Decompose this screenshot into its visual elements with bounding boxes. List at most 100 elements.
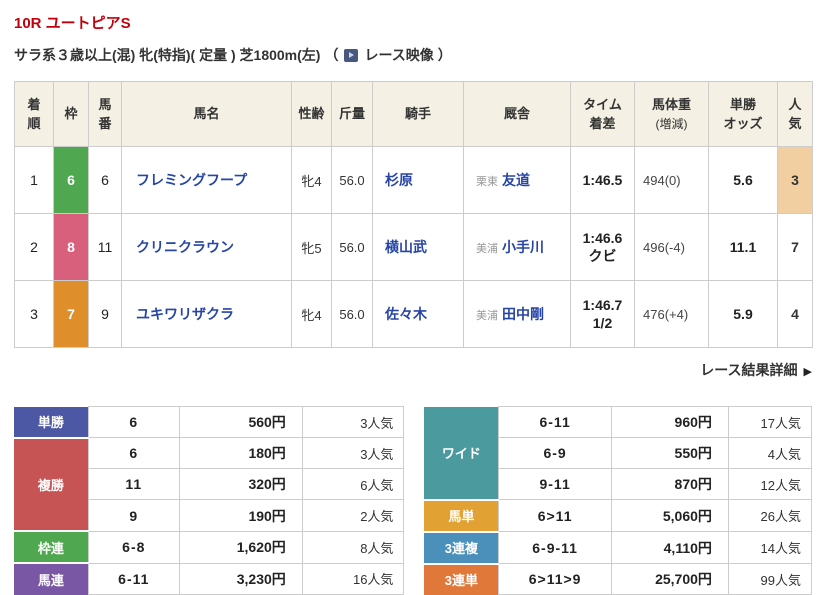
horse-name-cell: ユキワリザクラ (121, 280, 292, 348)
payout-combination: 6-11 (87, 562, 180, 595)
stable-region: 美浦 (476, 243, 498, 255)
payout-popularity: 99人気 (727, 563, 813, 595)
horse-weight: 496(-4) (634, 213, 709, 281)
trainer-link[interactable]: 田中剛 (502, 306, 544, 322)
horse-name-link[interactable]: フレミングフープ (136, 172, 247, 188)
sex-age: 牝5 (291, 213, 332, 281)
win-odds: 5.9 (708, 280, 778, 348)
payout-popularity: 2人気 (301, 499, 405, 532)
payout-row-umaren: 馬連 6-11 3,230円 16人気 (14, 562, 405, 595)
payout-popularity: 14人気 (727, 531, 813, 564)
payout-popularity: 16人気 (301, 562, 405, 595)
horse-name-cell: フレミングフープ (121, 146, 292, 214)
result-row-2: 2 8 11 クリニクラウン 牝5 56.0 横山武 美浦 小手川 1:46.6 … (14, 213, 813, 281)
payout-type-wide: ワイド (424, 406, 499, 500)
popularity: 3 (777, 146, 813, 214)
sex-age: 牝4 (291, 280, 332, 348)
payout-popularity: 6人気 (301, 468, 405, 501)
horse-name-link[interactable]: クリニクラウン (136, 239, 234, 255)
col-header-bodyweight: 馬体重 (増減) (634, 81, 709, 147)
stable-cell: 栗東 友道 (463, 146, 571, 214)
jockey-cell: 杉原 (372, 146, 464, 214)
horse-name-cell: クリニクラウン (121, 213, 292, 281)
payout-type-umatan: 馬単 (424, 498, 499, 532)
horse-name-link[interactable]: ユキワリザクラ (136, 306, 234, 322)
race-video-link[interactable]: レース映像 (364, 45, 433, 65)
payout-row-umatan: 馬単 6>11 5,060円 26人気 (424, 498, 813, 532)
col-header-stable: 厩舎 (463, 81, 571, 147)
payout-type-sanrenpuku: 3連複 (424, 530, 499, 564)
trainer-link[interactable]: 小手川 (502, 239, 544, 255)
carried-weight: 56.0 (331, 213, 373, 281)
payout-amount: 25,700円 (610, 563, 729, 595)
payout-amount: 5,060円 (610, 499, 729, 532)
payout-row-fukusho-1: 複勝 6 180円 3人気 (14, 436, 405, 532)
finish-rank: 2 (14, 213, 54, 281)
payout-combination: 6 (87, 405, 180, 439)
col-header-pop: 人 気 (777, 81, 813, 147)
payout-type-wakuren: 枠連 (14, 530, 89, 564)
time-margin: 1:46.7 1/2 (570, 280, 635, 348)
payout-type-sanrentan: 3連単 (424, 562, 499, 595)
payout-combination: 6>11>9 (498, 563, 612, 595)
payout-amount: 180円 (178, 437, 303, 470)
race-result-page: 10R ユートピアS サラ系３歳以上(混) 牝(特指)( 定量 ) 芝1800m… (0, 0, 826, 595)
jockey-cell: 横山武 (372, 213, 464, 281)
race-conditions: サラ系３歳以上(混) 牝(特指)( 定量 ) 芝1800m(左) （ レース映像… (14, 45, 812, 65)
payout-amount: 4,110円 (610, 531, 729, 564)
horse-weight: 494(0) (634, 146, 709, 214)
video-icon[interactable] (344, 48, 359, 62)
payout-amount: 1,620円 (178, 530, 303, 564)
payout-type-fukusho: 複勝 (14, 436, 89, 532)
col-header-sexage: 性齢 (291, 81, 332, 147)
stable-region: 美浦 (476, 310, 498, 322)
carried-weight: 56.0 (331, 280, 373, 348)
col-header-num: 馬 番 (88, 81, 122, 147)
col-header-name: 馬名 (121, 81, 292, 147)
payout-row-sanrentan: 3連単 6>11>9 25,700円 99人気 (424, 562, 813, 595)
stable-region: 栗東 (476, 176, 498, 188)
payout-popularity: 8人気 (301, 530, 405, 564)
payout-popularity: 4人気 (727, 437, 813, 469)
trainer-link[interactable]: 友道 (502, 172, 530, 188)
result-row-1: 1 6 6 フレミングフープ 牝4 56.0 杉原 栗東 友道 1:46.5 49… (14, 146, 813, 214)
col-header-waku: 枠 (53, 81, 89, 147)
waku-number: 8 (53, 213, 89, 281)
payout-row-sanrenpuku: 3連複 6-9-11 4,110円 14人気 (424, 530, 813, 564)
payout-popularity: 17人気 (727, 406, 813, 438)
payout-combination: 9-11 (498, 468, 612, 500)
payout-combination: 6-8 (87, 530, 180, 564)
payout-combination: 6 (87, 437, 180, 470)
payout-combination: 6-11 (498, 406, 612, 438)
result-row-3: 3 7 9 ユキワリザクラ 牝4 56.0 佐々木 美浦 田中剛 1:46.7 1… (14, 280, 813, 348)
payout-combination: 9 (87, 499, 180, 532)
win-odds: 11.1 (708, 213, 778, 281)
stable-cell: 美浦 田中剛 (463, 280, 571, 348)
sex-age: 牝4 (291, 146, 332, 214)
payout-combination: 6-9-11 (498, 531, 612, 564)
col-header-time: タイム 着差 (570, 81, 635, 147)
payout-amount: 960円 (610, 406, 729, 438)
race-conditions-text: サラ系３歳以上(混) 牝(特指)( 定量 ) 芝1800m(左) (14, 47, 321, 63)
col-header-odds: 単勝 オッズ (708, 81, 778, 147)
payout-amount: 3,230円 (178, 562, 303, 595)
win-odds: 5.6 (708, 146, 778, 214)
jockey-link[interactable]: 佐々木 (385, 306, 427, 322)
horse-weight: 476(+4) (634, 280, 709, 348)
jockey-link[interactable]: 横山武 (385, 239, 427, 255)
jockey-link[interactable]: 杉原 (385, 172, 413, 188)
finish-rank: 1 (14, 146, 54, 214)
payout-row-wide-1: ワイド 6-11 960円 17人気 (424, 406, 813, 500)
race-result-details-link[interactable]: レース結果詳細 ▶ (14, 360, 812, 380)
time-margin: 1:46.5 (570, 146, 635, 214)
popularity: 4 (777, 280, 813, 348)
payout-combination: 6>11 (498, 499, 612, 532)
payout-amount: 870円 (610, 468, 729, 500)
horse-number: 6 (88, 146, 122, 214)
payout-popularity: 12人気 (727, 468, 813, 500)
col-header-rank: 着 順 (14, 81, 54, 147)
payout-table-left: 単勝 6 560円 3人気 複勝 6 180円 3人気 11 320円 6人気 … (14, 405, 405, 595)
waku-number: 6 (53, 146, 89, 214)
time-margin: 1:46.6 クビ (570, 213, 635, 281)
payout-type-tansho: 単勝 (14, 406, 89, 438)
